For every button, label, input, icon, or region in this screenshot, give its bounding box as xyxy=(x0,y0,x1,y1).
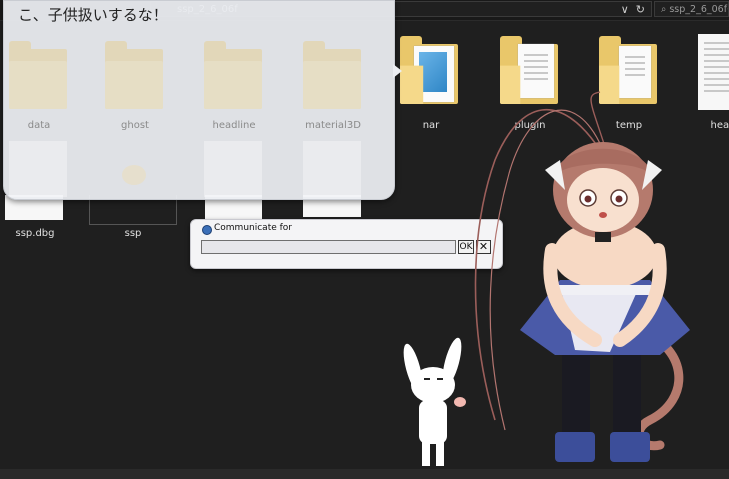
file-item-ssp-dbg[interactable]: ssp.dbg xyxy=(0,195,75,245)
file-label: ssp xyxy=(124,228,142,239)
girl-character xyxy=(474,91,690,462)
file-item-temp[interactable]: temp xyxy=(589,34,669,134)
document-icon xyxy=(303,141,361,197)
folder-icon xyxy=(204,39,264,111)
folder-icon xyxy=(303,39,363,111)
file-item-ssp[interactable]: ssp xyxy=(89,195,177,245)
ghost-label-ghost: ghost xyxy=(121,120,149,131)
ghost-label-data: data xyxy=(27,120,51,131)
ghost-label-material: material3D xyxy=(305,120,361,131)
file-label: plugin xyxy=(514,120,546,131)
file-item-head[interactable]: head xyxy=(683,34,729,134)
refresh-icon[interactable]: ↻ xyxy=(636,3,645,16)
file-label: ssp.dbg xyxy=(15,228,55,239)
bottom-strip xyxy=(0,469,729,479)
document-icon xyxy=(698,34,729,110)
communicate-title: Communicate for xyxy=(214,223,292,233)
chevron-down-icon[interactable]: ∨ xyxy=(621,3,629,16)
balloon-pointer xyxy=(393,64,402,78)
file-label: nar xyxy=(422,120,440,131)
ok-button[interactable]: OK xyxy=(458,240,474,254)
folder-icon xyxy=(105,39,165,111)
file-item-plugin[interactable]: plugin xyxy=(490,34,570,134)
document-icon xyxy=(204,141,262,197)
balloon-text: こ、子供扱いするな！ xyxy=(18,6,168,24)
rabbit-character xyxy=(403,337,466,466)
file-label: temp xyxy=(615,120,643,131)
search-placeholder: ssp_2_6_06fの検 xyxy=(669,4,728,15)
app-icon xyxy=(114,161,154,191)
speech-balloon[interactable]: こ、子供扱いするな！ data ghost headline material3… xyxy=(3,0,395,200)
folder-icon xyxy=(9,39,69,111)
ghost-label-headline: headline xyxy=(212,120,256,131)
file-item-nar[interactable]: nar xyxy=(391,34,471,134)
document-icon xyxy=(9,141,67,197)
search-icon: ⌕ xyxy=(661,4,667,15)
folder-icon xyxy=(400,34,460,109)
search-input[interactable]: ⌕ ssp_2_6_06fの検 xyxy=(654,1,729,17)
file-label: head xyxy=(710,120,729,131)
folder-icon xyxy=(599,34,659,109)
communicate-box[interactable]: Communicate for OK ✕ xyxy=(190,219,503,269)
folder-icon xyxy=(500,34,560,109)
communicate-icon xyxy=(202,225,212,235)
communicate-input[interactable] xyxy=(201,240,456,254)
close-button[interactable]: ✕ xyxy=(476,240,491,254)
